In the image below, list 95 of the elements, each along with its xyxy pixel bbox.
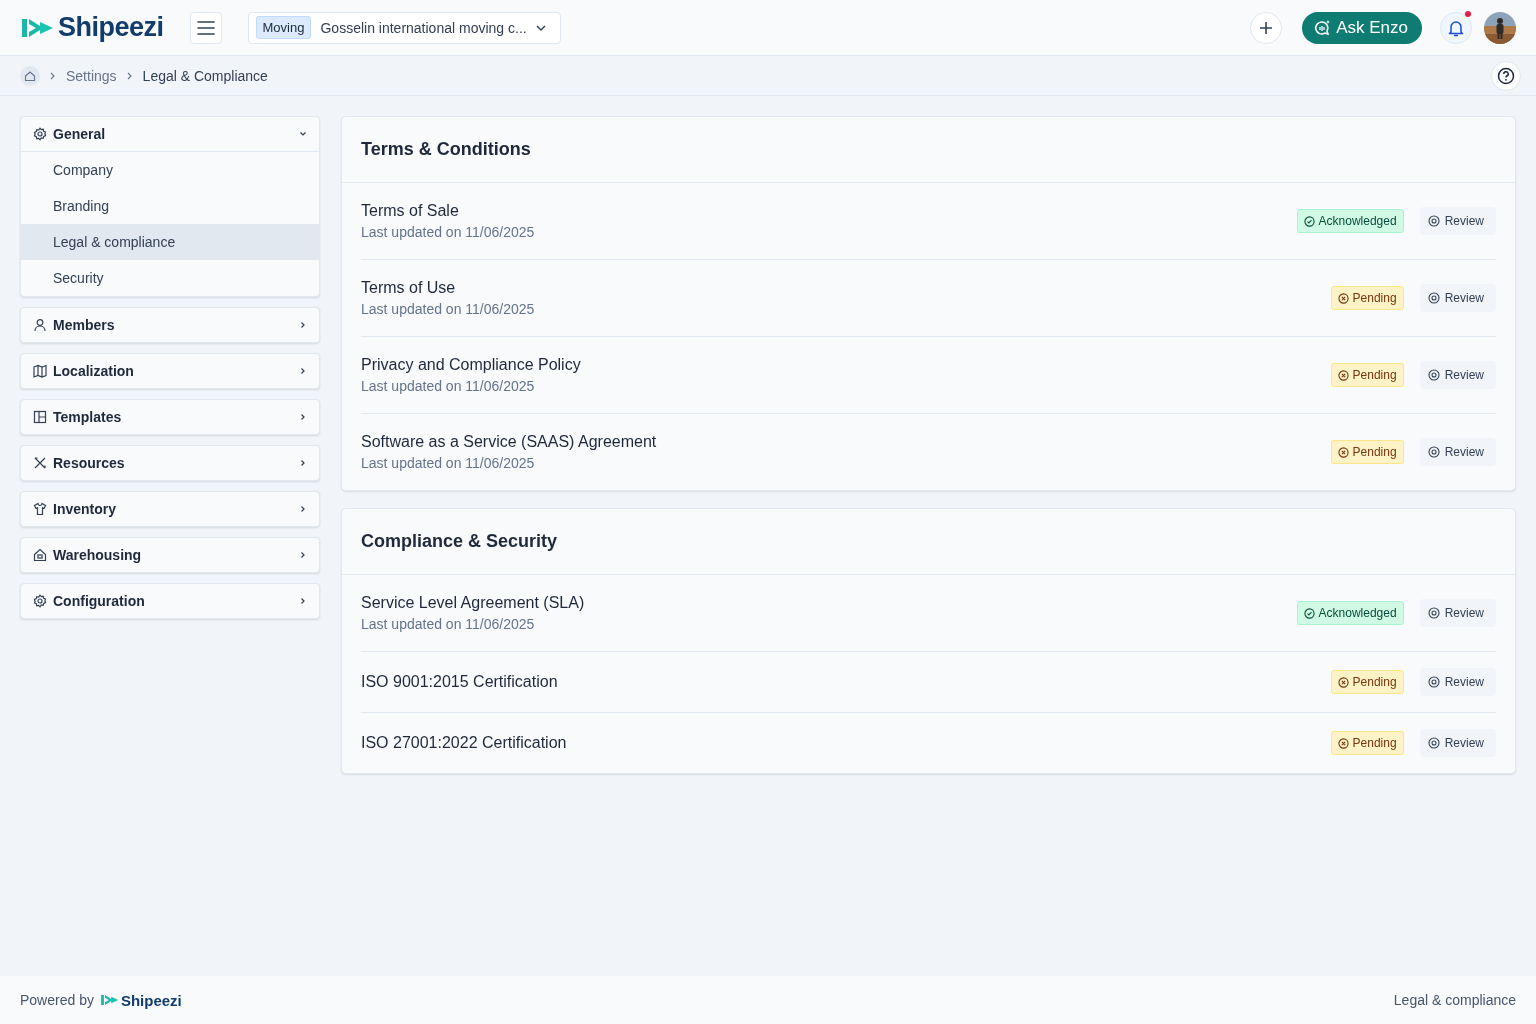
chevron-down-icon xyxy=(299,130,307,138)
map-icon xyxy=(33,364,47,378)
bell-icon xyxy=(1448,18,1464,37)
menu-icon xyxy=(196,20,215,35)
sidebar-group-header[interactable]: Templates xyxy=(21,400,319,434)
chevron-right-icon xyxy=(299,367,307,375)
status-badge: Pending xyxy=(1330,670,1404,694)
status-badge: Pending xyxy=(1330,731,1404,755)
footer-page-name: Legal & compliance xyxy=(1393,992,1516,1008)
help-button[interactable] xyxy=(1491,60,1521,91)
breadcrumb-item: Legal & Compliance xyxy=(142,67,268,84)
updated-date: Last updated on 11/06/2025 xyxy=(361,378,536,394)
review-button[interactable]: Review xyxy=(1419,361,1496,389)
eye-icon xyxy=(1427,737,1440,749)
sidebar-item[interactable]: Company xyxy=(21,152,319,188)
sidebar-group-header[interactable]: Configuration xyxy=(21,584,319,618)
person-icon xyxy=(33,318,47,332)
chevron-down-icon xyxy=(535,24,546,31)
plus-icon xyxy=(1259,20,1274,35)
sidebar-group-header[interactable]: Warehousing xyxy=(21,538,319,572)
help-icon xyxy=(1497,66,1515,85)
chevron-right-icon xyxy=(299,413,307,421)
review-button[interactable]: Review xyxy=(1419,668,1496,696)
chevron-right-icon xyxy=(50,71,56,80)
updated-date: Last updated on 11/06/2025 xyxy=(361,455,536,471)
gear-icon xyxy=(33,594,47,608)
shipeezi-logo[interactable]: Shipeezi xyxy=(99,991,182,1009)
document-name: Service Level Agreement (SLA) xyxy=(361,594,586,612)
check-circle-icon xyxy=(1303,607,1315,619)
review-button[interactable]: Review xyxy=(1419,284,1496,312)
eye-icon xyxy=(1427,215,1440,227)
sidebar-item[interactable]: Legal & compliance xyxy=(21,224,319,260)
updated-date: Last updated on 11/06/2025 xyxy=(361,616,536,632)
layout-icon xyxy=(33,410,47,424)
eye-icon xyxy=(1427,369,1440,381)
document-name: Terms of Sale xyxy=(361,202,460,220)
home-icon xyxy=(24,69,36,82)
section-title: Terms & Conditions xyxy=(342,117,1515,183)
sidebar-group-header[interactable]: Resources xyxy=(21,446,319,480)
eye-icon xyxy=(1427,292,1440,304)
status-badge: Pending xyxy=(1330,440,1404,464)
x-circle-icon xyxy=(1337,737,1349,749)
company-select[interactable]: Moving Gosselin international moving c... xyxy=(247,11,561,44)
logo-icon xyxy=(99,993,120,1007)
sidebar-group-header[interactable]: General xyxy=(21,117,319,152)
chevron-right-icon xyxy=(299,551,307,559)
gear-icon xyxy=(33,127,47,141)
updated-date: Last updated on 11/06/2025 xyxy=(361,301,536,317)
chevron-right-icon xyxy=(299,459,307,467)
x-circle-icon xyxy=(1337,446,1349,458)
x-circle-icon xyxy=(1337,369,1349,381)
shirt-icon xyxy=(33,502,47,516)
review-button[interactable]: Review xyxy=(1419,599,1496,627)
ask-enzo-button[interactable]: Ask Enzo xyxy=(1302,11,1422,44)
tools-icon xyxy=(33,456,47,470)
document-name: ISO 9001:2015 Certification xyxy=(361,673,559,691)
sidebar-group-header[interactable]: Inventory xyxy=(21,492,319,526)
chevron-right-icon xyxy=(299,321,307,329)
document-name: Privacy and Compliance Policy xyxy=(361,356,582,374)
x-circle-icon xyxy=(1337,292,1349,304)
ai-chat-icon xyxy=(1313,18,1332,37)
chevron-right-icon xyxy=(126,71,133,80)
house-icon xyxy=(33,548,47,562)
x-circle-icon xyxy=(1337,676,1349,688)
sidebar-item[interactable]: Branding xyxy=(21,188,319,224)
updated-date: Last updated on 11/06/2025 xyxy=(361,224,536,240)
notification-button[interactable] xyxy=(1440,11,1472,44)
company-name: Gosselin international moving c... xyxy=(320,19,527,36)
menu-button[interactable] xyxy=(189,11,222,44)
document-name: Terms of Use xyxy=(361,279,457,297)
section-title: Compliance & Security xyxy=(342,509,1515,575)
eye-icon xyxy=(1427,446,1440,458)
document-name: Software as a Service (SAAS) Agreement xyxy=(361,433,658,451)
status-badge: Acknowledged xyxy=(1296,209,1404,233)
eye-icon xyxy=(1427,607,1440,619)
add-button[interactable] xyxy=(1250,11,1283,44)
sidebar-item[interactable]: Security xyxy=(21,260,319,296)
review-button[interactable]: Review xyxy=(1419,729,1496,757)
home-link[interactable] xyxy=(20,65,40,86)
sidebar-group-header[interactable]: Members xyxy=(21,308,319,342)
check-circle-icon xyxy=(1303,215,1315,227)
document-name: ISO 27001:2022 Certification xyxy=(361,734,568,752)
shipeezi-logo[interactable]: Shipeezi xyxy=(20,12,164,43)
moving-tag: Moving xyxy=(255,16,312,39)
status-badge: Acknowledged xyxy=(1296,601,1404,625)
sidebar-group-header[interactable]: Localization xyxy=(21,354,319,388)
breadcrumb-item[interactable]: Settings xyxy=(66,67,117,84)
review-button[interactable]: Review xyxy=(1419,438,1496,466)
chevron-right-icon xyxy=(299,597,307,605)
status-badge: Pending xyxy=(1330,286,1404,310)
status-badge: Pending xyxy=(1330,363,1404,387)
powered-by-text: Powered by xyxy=(20,992,94,1008)
eye-icon xyxy=(1427,676,1440,688)
chevron-right-icon xyxy=(299,505,307,513)
review-button[interactable]: Review xyxy=(1419,207,1496,235)
